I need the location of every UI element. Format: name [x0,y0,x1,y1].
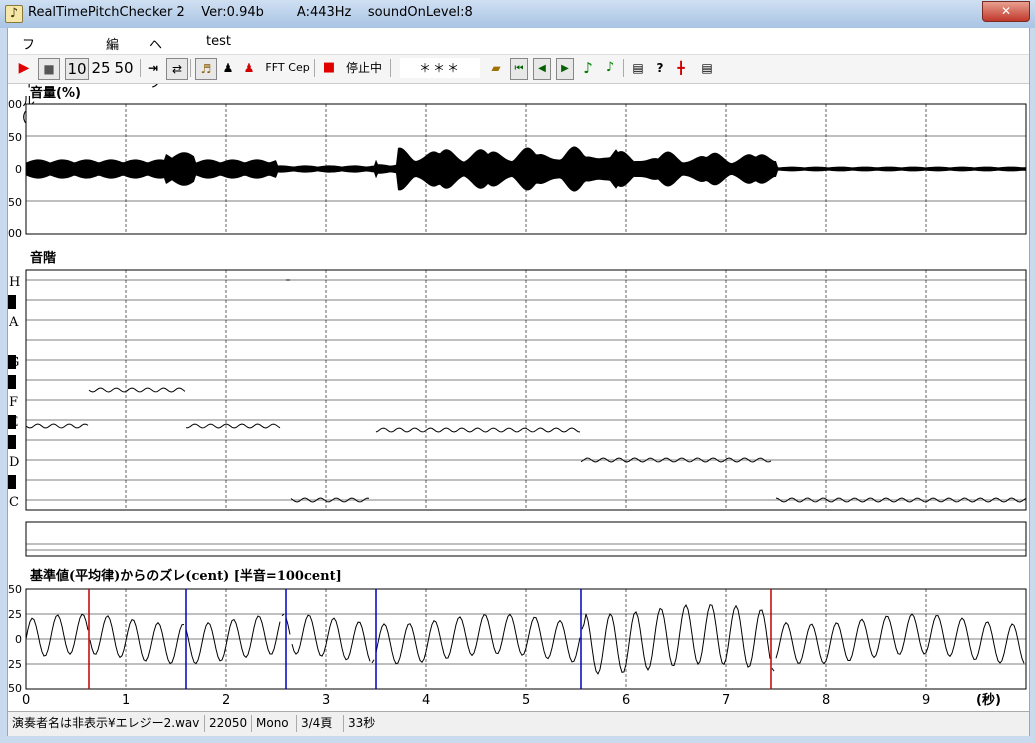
menu-test[interactable]: test [206,34,231,49]
note-label-f: F [9,395,18,410]
volume-y-label: 100 [8,98,22,111]
marker-icon[interactable]: ╋ [673,58,689,78]
note-label-e: E [9,415,19,430]
time-axis-unit: (秒) [976,692,1001,708]
time-axis-label: 0 [22,693,30,708]
deviation-y-label: 50 [8,583,22,596]
next-icon[interactable]: ▶ [556,58,574,80]
volume-y-label: 100 [8,227,22,240]
folder-open-icon[interactable]: ▰ [487,58,505,78]
piano-black-key [8,375,16,389]
volume-panel-title: 音量(%) [30,85,81,101]
deviation-y-label: -50 [8,682,22,695]
note-small-icon[interactable]: ♪ [602,58,618,78]
volume-y-label: 50 [8,196,22,209]
time-axis-label: 2 [222,693,230,708]
time-axis-label: 9 [922,693,930,708]
speed-50-button[interactable]: 50 [114,58,134,78]
client-area: ファイル(F) 編集 ヘルプ test ▶ ■ 10 25 50 ⇥ ⇄ ♬ ♟… [7,28,1030,736]
person-red-icon[interactable]: ♟ [241,58,257,78]
status-channels: Mono [252,715,297,732]
note-icon[interactable]: ♪ [580,58,596,78]
status-filename: 演奏者名は非表示¥エレジー2.wav [8,715,205,732]
deviation-y-label: -25 [8,658,22,671]
record-stop-icon[interactable]: ■ [322,58,336,78]
note-labels: H A G F E D C [8,275,20,510]
time-axis-label: 1 [122,693,130,708]
toolbar-separator [623,59,624,77]
time-axis-label: 5 [522,693,530,708]
stop-icon[interactable]: ■ [38,58,60,80]
status-duration: 33秒 [348,716,376,730]
time-axis-label: 7 [722,693,730,708]
deviation-y-label: 25 [8,608,22,621]
note-label-h: H [9,275,20,290]
time-axis-label: 4 [422,693,430,708]
note-display: ＊＊＊ [400,58,480,78]
violin-icon[interactable]: ♬ [195,58,217,80]
piano-black-key [8,295,16,309]
deviation-y-labels: 50 25 0 -25 -50 [8,583,22,695]
toolbar-separator [140,59,141,77]
window-border-bottom [0,736,1035,743]
volume-y-label: 0 [15,163,22,176]
scale-panel-title: 音階 [30,250,56,266]
toolbar-separator [190,59,191,77]
note-label-c: C [9,495,19,510]
volume-y-label: 50 [8,131,22,144]
person-icon[interactable]: ♟ [220,58,236,78]
deviation-panel-title: 基準値(平均律)からのズレ(cent) [半音=100cent] [29,568,342,584]
loop-icon[interactable]: ⇄ [166,58,188,80]
time-axis-label: 8 [822,693,830,708]
toolbar-separator [390,59,391,77]
octave-strip [25,521,1027,557]
piano-black-key [8,475,16,489]
fft-button[interactable]: FFT [264,58,286,78]
speed-10-button[interactable]: 10 [65,58,89,80]
toolbar: ▶ ■ 10 25 50 ⇥ ⇄ ♬ ♟ ♟ FFT Cep ■ 停止中 ＊＊＊… [8,54,1029,84]
note-label-d: D [9,455,19,470]
window-border-left [0,28,7,743]
app-icon[interactable]: ♪ [5,5,23,23]
speed-25-button[interactable]: 25 [91,58,111,78]
note-label-a: A [8,315,19,330]
status-sample-rate: 22050 [205,715,252,732]
skip-start-icon[interactable]: ⏮ [510,58,528,80]
title-bar: ♪ RealTimePitchChecker 2 Ver:0.94b A:443… [0,0,1035,29]
help-icon[interactable]: ? [653,58,667,78]
printer-icon[interactable]: ▤ [698,58,716,78]
note-label-g: G [9,355,19,370]
time-axis-label: 3 [322,693,330,708]
status-page: 3/4頁 [297,715,344,732]
piano-black-key [8,435,16,449]
time-axis-label: 6 [622,693,630,708]
print-icon[interactable]: ▤ [629,58,647,78]
analysis-graph[interactable]: 音量(%) 100 50 0 50 100 音階 H A G F E D C [8,84,1029,709]
status-label: 停止中 [346,61,383,75]
volume-y-labels: 100 50 0 50 100 [8,98,22,240]
window-title: RealTimePitchChecker 2 Ver:0.94b A:443Hz… [28,5,473,20]
play-icon[interactable]: ▶ [16,58,32,78]
prev-icon[interactable]: ◀ [533,58,551,80]
close-button[interactable]: ✕ [982,1,1030,22]
cep-button[interactable]: Cep [288,58,310,78]
time-axis-labels: 0 1 2 3 4 5 6 7 8 9 [22,693,930,708]
status-bar: 演奏者名は非表示¥エレジー2.wav 22050 Mono 3/4頁 33秒 [8,711,1029,736]
toolbar-separator [314,59,315,77]
deviation-y-label: 0 [15,633,22,646]
jump-end-icon[interactable]: ⇥ [145,58,161,78]
